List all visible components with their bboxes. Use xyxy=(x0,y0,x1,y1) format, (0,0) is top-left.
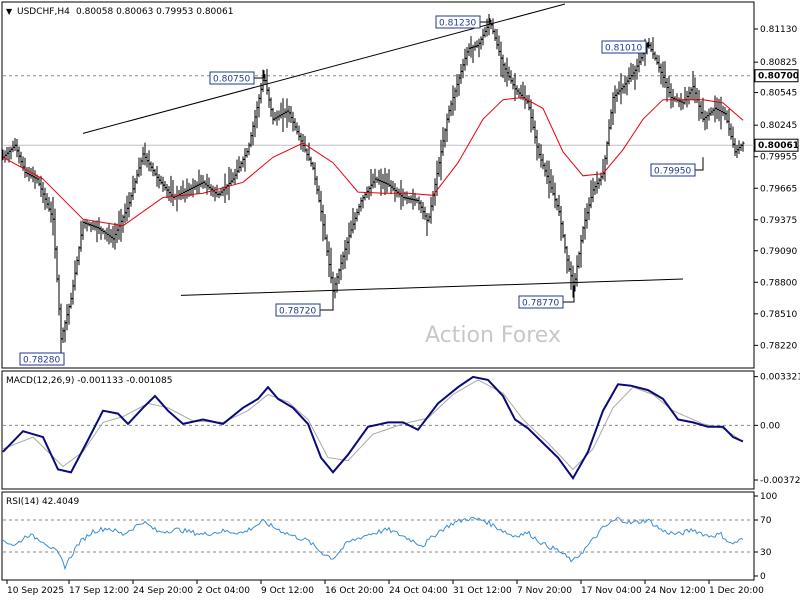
trendline[interactable] xyxy=(180,278,684,296)
annotation-leader xyxy=(320,290,334,311)
annotation-label: 0.81010 xyxy=(605,44,642,54)
time-tick-label: 24 Sep 20:00 xyxy=(133,586,193,596)
rsi-tick-label: 30 xyxy=(760,548,772,558)
price-tick-label: 0.78510 xyxy=(760,310,797,320)
price-tick-label: 0.79665 xyxy=(760,184,797,194)
time-tick-label: 2 Oct 04:00 xyxy=(197,586,250,596)
chart-svg: Action Forex ▼ USDCHF,H4 0.80058 0.80063… xyxy=(1,1,800,596)
annotation-label: 0.78720 xyxy=(279,307,316,317)
time-tick-label: 7 Nov 20:00 xyxy=(517,586,572,596)
time-tick-label: 17 Sep 12:00 xyxy=(69,586,129,596)
time-tick-label: 24 Oct 04:00 xyxy=(389,586,448,596)
time-tick-label: 1 Dec 20:00 xyxy=(709,586,764,596)
chart-ohlc: 0.80058 0.80063 0.79953 0.80061 xyxy=(76,7,233,17)
price-tick-label: 0.80825 xyxy=(760,58,797,68)
annotation-label: 0.79950 xyxy=(654,167,691,177)
chart-symbol: USDCHF,H4 xyxy=(17,7,70,17)
macd-tick-label: 0.003321 xyxy=(760,373,800,383)
price-tick-label: 0.80245 xyxy=(760,121,797,131)
time-tick-label: 9 Oct 12:00 xyxy=(261,586,314,596)
annotation-label: 0.78770 xyxy=(522,299,559,309)
watermark-text: Action Forex xyxy=(425,323,561,348)
current-price-label: 0.80061 xyxy=(758,141,799,151)
macd-tick-label: -0.003723 xyxy=(760,476,800,486)
time-tick-label: 10 Sep 2025 xyxy=(7,586,64,596)
price-tick-label: 0.78800 xyxy=(760,278,797,288)
rsi-tick-label: 0 xyxy=(760,572,766,582)
header-dropdown-icon[interactable]: ▼ xyxy=(6,7,13,16)
macd-line xyxy=(2,375,744,481)
annotation-leader xyxy=(695,157,704,171)
moving-average-line xyxy=(2,96,744,227)
annotation-label: 0.78280 xyxy=(23,356,60,366)
price-tick-label: 0.78220 xyxy=(760,341,797,351)
time-tick-label: 24 Nov 12:00 xyxy=(645,586,706,596)
annotation-label: 0.81230 xyxy=(439,19,476,29)
rsi-line xyxy=(2,516,744,571)
annotation-label: 0.80750 xyxy=(213,75,250,85)
rsi-tick-label: 70 xyxy=(760,516,772,526)
macd-title: MACD(12,26,9) -0.001133 -0.001085 xyxy=(6,376,172,386)
trendline[interactable] xyxy=(82,3,566,134)
time-tick-label: 16 Oct 20:00 xyxy=(325,586,384,596)
macd-signal-line xyxy=(2,379,744,471)
price-tick-label: 0.80545 xyxy=(760,89,797,99)
price-tick-label: 0.79375 xyxy=(760,216,797,226)
time-tick-label: 31 Oct 12:00 xyxy=(453,586,512,596)
annotation-leader xyxy=(563,285,575,303)
price-tick-label: 0.81130 xyxy=(760,25,797,35)
rsi-tick-label: 100 xyxy=(760,492,777,502)
chart-container: Action Forex ▼ USDCHF,H4 0.80058 0.80063… xyxy=(0,0,800,600)
price-tick-label: 0.79955 xyxy=(760,153,797,163)
macd-tick-label: 0.00 xyxy=(760,421,780,431)
rsi-pane-frame xyxy=(1,491,755,581)
level-price-label: 0.80700 xyxy=(758,72,799,82)
price-tick-label: 0.79090 xyxy=(760,247,797,257)
time-tick-label: 17 Nov 04:00 xyxy=(581,586,642,596)
rsi-title: RSI(14) 42.4049 xyxy=(6,497,79,507)
